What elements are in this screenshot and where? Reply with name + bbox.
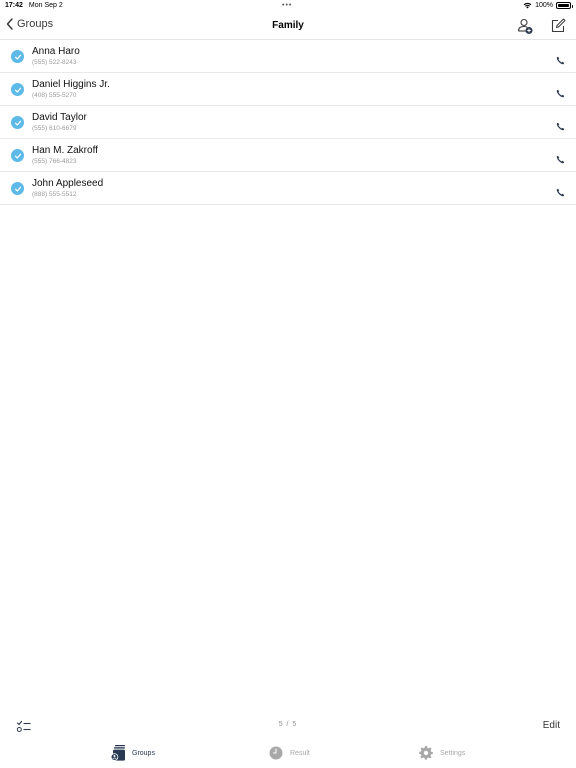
compose-icon <box>551 18 566 33</box>
multitasking-dots[interactable]: ••• <box>282 2 292 9</box>
contact-name: John Appleseed <box>32 178 104 189</box>
contact-list: Anna Haro (555) 522-8243 Daniel Higgins … <box>0 40 576 205</box>
contact-phone: (555) 522-8243 <box>32 59 77 66</box>
checkmark-icon[interactable] <box>11 116 24 129</box>
checkmark-icon[interactable] <box>11 50 24 63</box>
contact-row[interactable]: John Appleseed (888) 555-5512 <box>0 172 576 205</box>
contact-phone: (555) 610-6679 <box>32 125 77 132</box>
page-indicator: 5 / 5 <box>278 721 298 728</box>
status-time-date: 17:42 Mon Sep 2 <box>5 2 63 9</box>
contact-row[interactable]: Anna Haro (555) 522-8243 <box>0 40 576 73</box>
compose-button[interactable] <box>549 17 567 35</box>
battery-percent: 100% <box>535 2 553 9</box>
bottom-toolbar: 5 / 5 Edit <box>0 714 576 738</box>
contact-name: Anna Haro <box>32 46 80 57</box>
page-title: Family <box>272 20 304 31</box>
groups-icon <box>110 745 125 761</box>
status-time: 17:42 <box>5 2 23 9</box>
contact-name: David Taylor <box>32 112 87 123</box>
contact-row[interactable]: Daniel Higgins Jr. (408) 555-5270 <box>0 73 576 106</box>
navigation-bar: Groups Family <box>0 12 576 40</box>
phone-icon[interactable] <box>556 118 565 131</box>
checkmark-icon[interactable] <box>11 83 24 96</box>
phone-icon[interactable] <box>556 184 565 197</box>
checkmark-icon[interactable] <box>11 149 24 162</box>
contact-row[interactable]: Han M. Zakroff (555) 766-4823 <box>0 139 576 172</box>
phone-icon[interactable] <box>556 85 565 98</box>
tab-settings[interactable]: Settings <box>418 744 465 762</box>
status-right: 100% <box>523 2 573 9</box>
contact-name: Han M. Zakroff <box>32 145 98 156</box>
status-bar: 17:42 Mon Sep 2 ••• 100% <box>0 0 576 12</box>
phone-icon[interactable] <box>556 52 565 65</box>
tab-groups-label: Groups <box>132 749 155 757</box>
tab-result[interactable]: Result <box>268 744 310 762</box>
person-add-icon <box>517 18 533 34</box>
contact-phone: (408) 555-5270 <box>32 92 77 99</box>
contact-phone: (555) 766-4823 <box>32 158 77 165</box>
gear-icon <box>419 746 433 760</box>
edit-button[interactable]: Edit <box>543 720 560 731</box>
checkmark-icon[interactable] <box>11 182 24 195</box>
tab-groups[interactable]: Groups <box>110 744 155 762</box>
battery-icon <box>556 2 573 9</box>
phone-icon[interactable] <box>556 151 565 164</box>
tab-result-label: Result <box>290 749 310 757</box>
wifi-icon <box>523 2 532 9</box>
status-date: Mon Sep 2 <box>28 2 63 9</box>
clock-icon <box>269 746 283 760</box>
tab-settings-label: Settings <box>440 749 466 757</box>
tab-bar: Groups Result Settings <box>0 740 576 768</box>
contact-phone: (888) 555-5512 <box>32 191 77 198</box>
add-contact-button[interactable] <box>516 17 534 35</box>
contact-name: Daniel Higgins Jr. <box>32 79 110 90</box>
contact-row[interactable]: David Taylor (555) 610-6679 <box>0 106 576 139</box>
